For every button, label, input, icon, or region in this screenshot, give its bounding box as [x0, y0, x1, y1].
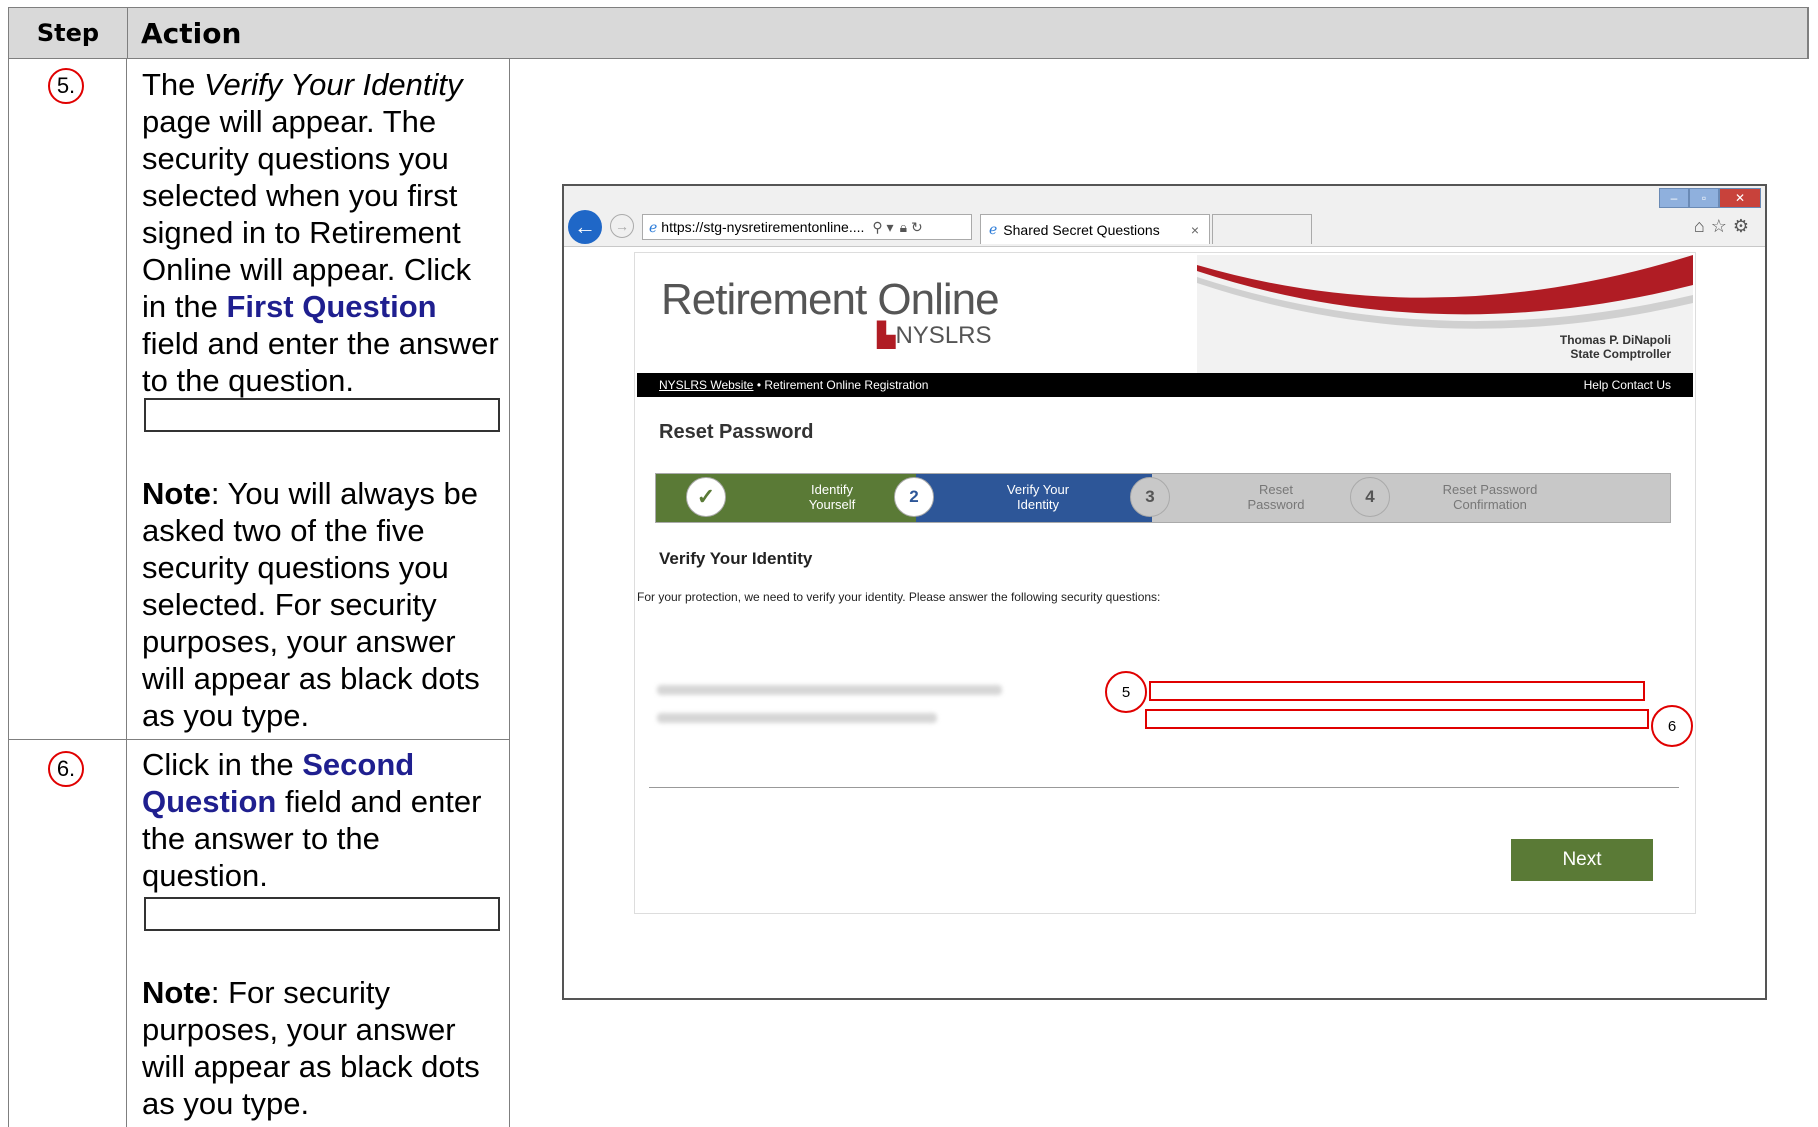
comptroller-signature: Thomas P. DiNapoli State Comptroller [1559, 333, 1671, 361]
tab-title: Shared Secret Questions [1003, 221, 1160, 238]
answer-placeholder-box [144, 398, 500, 432]
new-tab[interactable] [1212, 214, 1312, 244]
toolbar-icons: ⌂☆⚙ [1694, 216, 1755, 237]
back-arrow-icon[interactable]: ← [568, 210, 602, 244]
window-controls: – ▫ ✕ [1659, 188, 1761, 208]
step-6-note: Note: For security purposes, your answer… [142, 975, 480, 1121]
step-number-5: 5. [48, 68, 84, 104]
ie-tab-icon: ℯ [989, 221, 998, 237]
step-number-6: 6. [48, 751, 84, 787]
section-title: Verify Your Identity [659, 549, 813, 568]
callout-5: 5 [1105, 671, 1147, 713]
table-header-row: Step Action [8, 7, 1808, 59]
step-3-label: Reset Password [1247, 482, 1305, 512]
step-4-circle: 4 [1350, 477, 1390, 517]
home-icon[interactable]: ⌂ [1694, 216, 1711, 236]
browser-titlebar: – ▫ ✕ ← → ℯ https://stg-nysretirementonl… [564, 186, 1765, 247]
gear-icon[interactable]: ⚙ [1733, 216, 1755, 236]
site-navbar: NYSLRS Website • Retirement Online Regis… [637, 373, 1693, 397]
site-banner: Retirement Online ▙NYSLRS Thomas P. DiNa… [637, 255, 1693, 373]
step-3-circle: 3 [1130, 477, 1170, 517]
browser-tab[interactable]: ℯ Shared Secret Questions × [980, 214, 1210, 244]
step-5-note: Note: You will always be asked two of th… [142, 476, 480, 733]
callout-6: 6 [1651, 705, 1693, 747]
nyslrs-mark-icon: ▙ [877, 322, 896, 349]
address-bar[interactable]: ℯ https://stg-nysretirementonline.... ⚲ … [642, 214, 972, 240]
next-button[interactable]: Next [1511, 839, 1653, 881]
security-question-2 [657, 713, 937, 723]
browser-window: – ▫ ✕ ← → ℯ https://stg-nysretirementonl… [562, 184, 1767, 1000]
step-2-circle: 2 [894, 477, 934, 517]
second-question-field[interactable] [1145, 709, 1649, 729]
divider [649, 787, 1679, 788]
help-contact-links[interactable]: Help Contact Us [1584, 378, 1671, 392]
progress-steps: ✓ Identify Yourself 2 Verify Your Identity… [655, 473, 1671, 523]
ie-logo-icon: ℯ [649, 218, 658, 235]
header-step: Step [9, 8, 128, 58]
step-1-check-icon: ✓ [686, 477, 726, 517]
first-question-field[interactable] [1149, 681, 1645, 701]
star-icon[interactable]: ☆ [1711, 216, 1733, 236]
step-4-label: Reset Password Confirmation [1442, 482, 1538, 512]
step-2-label: Verify Your Identity [1006, 482, 1070, 512]
nyslrs-website-link[interactable]: NYSLRS Website [659, 378, 753, 392]
step-5-instructions: The Verify Your Identity page will appea… [142, 67, 499, 398]
step-6-instructions: Click in the Second Question field and e… [142, 747, 482, 893]
refresh-icon[interactable]: ↻ [911, 219, 923, 236]
restore-icon[interactable]: ▫ [1689, 188, 1719, 208]
close-icon[interactable]: ✕ [1719, 188, 1761, 208]
security-question-1 [657, 685, 1002, 695]
protection-text: For your protection, we need to verify y… [637, 590, 1161, 604]
minimize-icon[interactable]: – [1659, 188, 1689, 208]
lock-icon: 🔒︎ [899, 218, 908, 235]
tab-close-icon[interactable]: × [1191, 222, 1199, 238]
search-icon[interactable]: ⚲ ▾ [872, 219, 893, 236]
page-title: Reset Password [659, 421, 814, 443]
forward-arrow-icon[interactable]: → [610, 214, 634, 238]
nav-current: Retirement Online Registration [764, 378, 929, 392]
header-action: Action [141, 16, 242, 50]
answer-placeholder-box [144, 897, 500, 931]
site-logo-sub: ▙NYSLRS [877, 322, 992, 349]
site-logo: Retirement Online [661, 275, 1000, 324]
web-page: Retirement Online ▙NYSLRS Thomas P. DiNa… [634, 252, 1696, 914]
step-1-label: Identify Yourself [808, 482, 856, 512]
address-url: https://stg-nysretirementonline.... [661, 219, 865, 235]
